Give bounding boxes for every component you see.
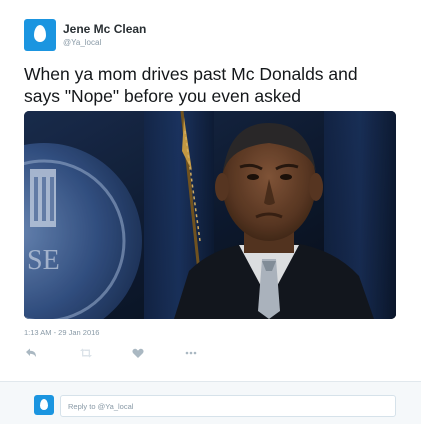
reply-button[interactable] bbox=[24, 346, 38, 360]
tweet-card: Jene Mc Clean @Ya_local When ya mom driv… bbox=[0, 0, 421, 380]
current-user-avatar[interactable] bbox=[34, 395, 54, 415]
author-handle[interactable]: @Ya_local bbox=[63, 38, 101, 47]
tweet-photo[interactable]: SE bbox=[24, 111, 396, 319]
more-icon bbox=[185, 351, 197, 355]
photo-scene: SE bbox=[24, 111, 396, 319]
retweet-button[interactable] bbox=[79, 346, 93, 360]
author-name[interactable]: Jene Mc Clean bbox=[63, 22, 146, 36]
tweet-timestamp[interactable]: 1:13 AM - 29 Jan 2016 bbox=[24, 328, 99, 337]
like-button[interactable] bbox=[131, 346, 145, 360]
reply-icon bbox=[26, 348, 36, 357]
retweet-icon bbox=[80, 348, 92, 358]
default-egg-avatar-icon bbox=[34, 25, 46, 42]
author-avatar[interactable] bbox=[24, 19, 56, 51]
more-button[interactable] bbox=[184, 346, 198, 360]
heart-icon bbox=[132, 348, 144, 358]
reply-area bbox=[0, 382, 421, 424]
reply-input[interactable] bbox=[60, 395, 396, 417]
default-egg-avatar-icon bbox=[40, 399, 48, 410]
tweet-text: When ya mom drives past Mc Donalds and s… bbox=[24, 64, 358, 106]
